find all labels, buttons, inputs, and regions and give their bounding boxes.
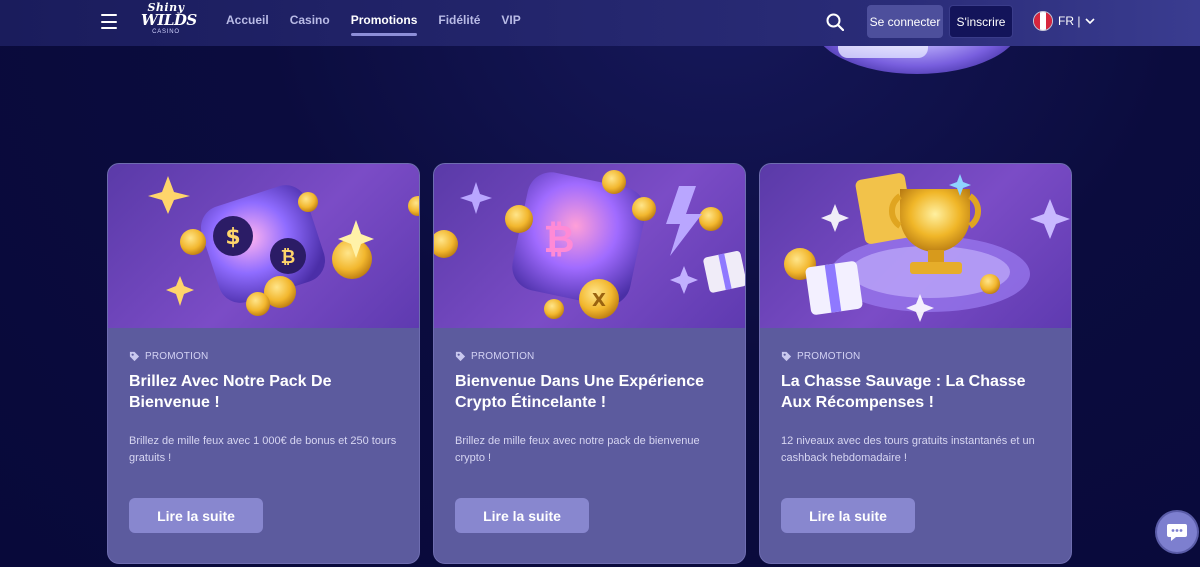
promotion-tag-label: PROMOTION (145, 351, 209, 362)
tag-icon (129, 351, 140, 362)
nav-promotions[interactable]: Promotions (350, 0, 417, 46)
tag-icon (455, 351, 466, 362)
logo-line-2: WILDS (141, 11, 197, 29)
card-description: Brillez de mille feux avec notre pack de… (455, 435, 700, 464)
read-more-button[interactable]: Lire la suite (781, 498, 915, 533)
chevron-down-icon (1085, 18, 1096, 25)
search-icon[interactable] (826, 13, 844, 31)
language-selector[interactable]: FR | (1033, 10, 1096, 32)
svg-text:X: X (592, 290, 606, 311)
nav-fidelite[interactable]: Fidélité (438, 0, 480, 46)
language-label: FR | (1058, 14, 1081, 28)
card-description: 12 niveaux avec des tours gratuits insta… (781, 435, 1035, 464)
promotion-tag-label: PROMOTION (797, 351, 861, 362)
top-header: Shiny WILDS CASINO Accueil Casino Promot… (0, 0, 1200, 46)
chat-widget-button[interactable] (1157, 512, 1197, 552)
site-logo[interactable]: Shiny WILDS CASINO (141, 2, 197, 42)
promotion-image-dice: $ ₿ (108, 164, 419, 328)
card-title: Brillez Avec Notre Pack De Bienvenue ! (129, 373, 332, 411)
nav-casino[interactable]: Casino (290, 0, 330, 46)
tag-icon (781, 351, 792, 362)
hamburger-menu-icon[interactable] (101, 14, 117, 29)
card-description: Brillez de mille feux avec 1 000€ de bon… (129, 435, 397, 464)
svg-text:₿: ₿ (544, 217, 575, 261)
promotion-card: PROMOTION La Chasse Sauvage : La Chasse … (759, 163, 1072, 564)
promotion-image-crypto: ₿ X (434, 164, 745, 328)
svg-text:$: $ (225, 225, 240, 250)
read-more-button[interactable]: Lire la suite (455, 498, 589, 533)
card-title: Bienvenue Dans Une Expérience Crypto Éti… (455, 373, 704, 411)
card-title: La Chasse Sauvage : La Chasse Aux Récomp… (781, 373, 1026, 411)
promotion-image-trophy (760, 164, 1071, 328)
nav-vip[interactable]: VIP (501, 0, 520, 46)
promotion-tag: PROMOTION (781, 351, 860, 362)
nav-accueil[interactable]: Accueil (226, 0, 269, 46)
promotion-card: ₿ X PROMOTION Bienvenue Dans Une Expérie… (433, 163, 746, 564)
logo-line-3: CASINO (152, 29, 180, 35)
promotion-tag: PROMOTION (129, 351, 208, 362)
promotion-card: $ ₿ PROMOTION Brillez Avec Notre Pack De… (107, 163, 420, 564)
main-nav: Accueil Casino Promotions Fidélité VIP (226, 0, 521, 46)
signup-button[interactable]: S'inscrire (949, 5, 1013, 38)
login-button[interactable]: Se connecter (867, 5, 943, 38)
promotion-tag-label: PROMOTION (471, 351, 535, 362)
french-flag-icon (1033, 11, 1053, 31)
svg-text:₿: ₿ (281, 247, 296, 268)
chat-bubble-icon (1167, 524, 1187, 541)
promotion-tag: PROMOTION (455, 351, 534, 362)
read-more-button[interactable]: Lire la suite (129, 498, 263, 533)
